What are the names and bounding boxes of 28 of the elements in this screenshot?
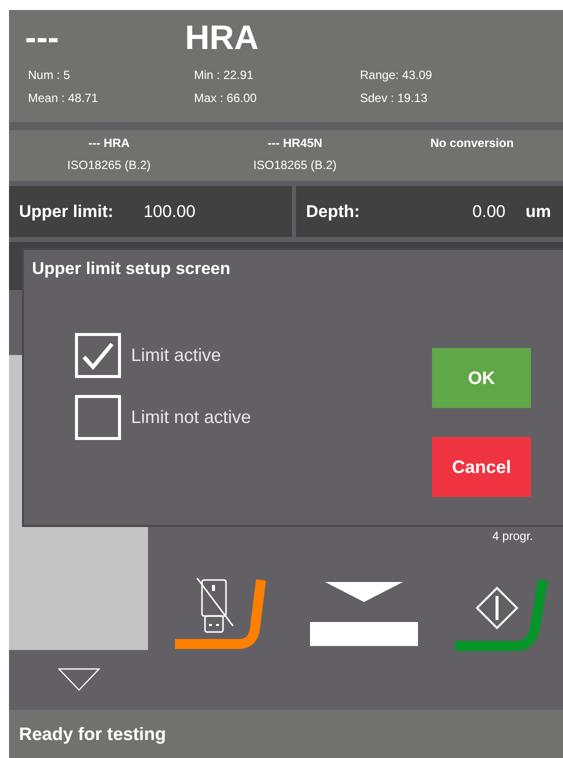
scale-title: HRA (185, 21, 259, 55)
stat-text: Max : 66.00 (194, 90, 258, 107)
scale-label: --- HRA (88, 135, 130, 152)
stat-text: Range: 43.09 (360, 67, 434, 84)
reading-value: --- (25, 21, 60, 55)
stat-text: Mean : 48.71 (28, 90, 100, 107)
status-text: Ready for testing (19, 722, 166, 746)
scale-label: --- HR45N (268, 135, 322, 152)
unit-label: um (526, 200, 551, 223)
field-value[interactable]: 0.00 (472, 198, 506, 224)
checkbox-label[interactable]: Limit not active (131, 404, 252, 431)
standard-label: ISO18265 (B.2) (67, 157, 151, 174)
program-count: 4 progr. (492, 528, 533, 545)
field-label: Upper limit: (19, 200, 114, 223)
field-label: Depth: (306, 200, 360, 223)
scale-label: No conversion (430, 135, 514, 152)
ok-button[interactable]: OK (432, 348, 531, 408)
stat-text: Min : 22.91 (194, 67, 254, 84)
dialog-title: Upper limit setup screen (32, 258, 230, 280)
standard-label: ISO18265 (B.2) (253, 157, 337, 174)
stat-text: Sdev : 19.13 (360, 90, 428, 107)
down-triangle-icon[interactable] (58, 668, 100, 691)
checkbox[interactable] (75, 395, 121, 440)
cancel-button[interactable]: Cancel (432, 437, 531, 497)
checkbox-label[interactable]: Limit active (131, 342, 222, 369)
field-value[interactable]: 100.00 (143, 198, 196, 224)
checkbox[interactable] (75, 333, 121, 378)
stat-text: Num : 5 (28, 67, 72, 84)
